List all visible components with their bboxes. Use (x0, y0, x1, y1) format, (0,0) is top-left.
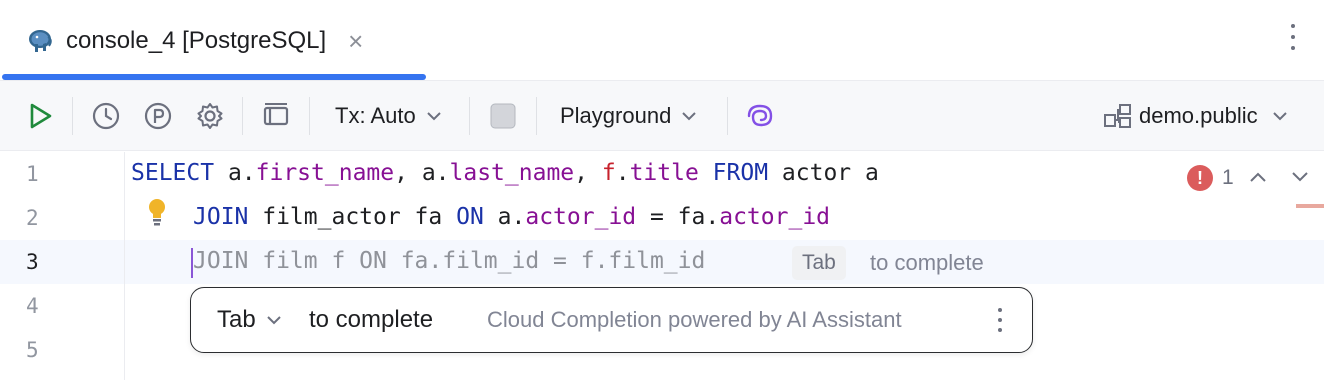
parameters-button[interactable] (143, 81, 173, 151)
panel-layout-icon (263, 103, 289, 126)
chevron-up-icon[interactable] (1248, 170, 1268, 184)
chevron-down-icon[interactable] (1290, 170, 1310, 184)
stop-icon (490, 103, 516, 129)
error-stripe-marker[interactable] (1296, 204, 1324, 208)
accept-action-label: to complete (309, 306, 434, 333)
tab-console-4[interactable]: console_4 [PostgreSQL] × (0, 0, 426, 81)
completion-popup: Tab to complete Cloud Completion powered… (190, 287, 1033, 353)
console-toolbar: Tx: Auto Playground demo.public (0, 81, 1324, 151)
close-icon[interactable]: × (348, 28, 363, 54)
inline-completion-hint: to complete (870, 250, 984, 275)
gear-icon (197, 103, 223, 129)
code-token: a. (214, 160, 256, 186)
playground-label: Playground (560, 103, 672, 128)
toolbar-divider (72, 97, 73, 135)
code-line: SELECT a.first_name, a.last_name, f.titl… (131, 160, 879, 186)
column-token: actor_id (719, 204, 831, 230)
keyword: SELECT (131, 160, 215, 186)
editor-tab-bar: console_4 [PostgreSQL] × (0, 0, 1324, 81)
chevron-down-icon (682, 112, 697, 121)
chevron-down-icon (427, 112, 441, 121)
accept-key-label: Tab (217, 306, 256, 333)
parameter-p-icon (144, 102, 172, 130)
chevron-down-icon (266, 316, 281, 325)
code-line: JOIN film_actor fa ON a.actor_id = fa.ac… (193, 204, 830, 230)
accept-key-dropdown[interactable]: Tab (217, 306, 282, 334)
schema-icon (1104, 104, 1131, 128)
toolbar-divider (727, 97, 728, 135)
code-token: = fa. (636, 204, 720, 230)
toolbar-divider (536, 97, 537, 135)
line-number: 3 (26, 250, 39, 274)
code-token: a. (483, 204, 526, 230)
settings-button[interactable] (195, 81, 225, 151)
active-tab-indicator (2, 74, 426, 80)
transaction-mode-label: Tx: Auto (335, 103, 416, 128)
layout-button[interactable] (262, 81, 290, 151)
keyword: ON (456, 204, 484, 230)
code-token: . (615, 160, 630, 186)
play-icon (30, 103, 52, 129)
line-number: 4 (26, 294, 39, 318)
completion-source-info: Cloud Completion powered by AI Assistant (487, 307, 902, 332)
line-number: 2 (26, 206, 39, 230)
keyword: JOIN (193, 204, 249, 230)
more-vertical-icon[interactable] (1288, 24, 1298, 54)
inline-completion-suggestion: JOIN film f ON fa.film_id = f.film_id (193, 248, 706, 274)
playground-dropdown[interactable]: Playground (560, 81, 697, 151)
toolbar-divider (469, 97, 470, 135)
line-number: 5 (26, 338, 39, 362)
code-token: , a. (394, 160, 450, 186)
keyword: FROM (698, 160, 769, 186)
lightbulb-icon[interactable] (146, 197, 168, 227)
column-token: title (629, 160, 699, 186)
ai-assistant-button[interactable] (745, 81, 775, 151)
tab-title: console_4 [PostgreSQL] (66, 26, 327, 54)
line-number-gutter (0, 152, 125, 380)
column-token: actor_id (525, 204, 637, 230)
more-vertical-icon[interactable] (997, 308, 1003, 334)
unresolved-alias-token: f (601, 160, 616, 186)
history-button[interactable] (91, 81, 121, 151)
column-token: last_name (449, 160, 575, 186)
column-token: first_name (255, 160, 395, 186)
chevron-down-icon (1272, 112, 1287, 121)
ai-assistant-spiral-icon (747, 104, 773, 127)
execute-button[interactable] (26, 81, 54, 151)
error-icon: ! (1187, 165, 1213, 191)
schema-label: demo.public (1139, 103, 1258, 128)
stop-button[interactable] (490, 81, 516, 151)
postgresql-elephant-icon (29, 29, 52, 52)
inline-key-hint: Tab (792, 246, 846, 280)
problems-count: 1 (1222, 166, 1234, 189)
clock-icon (92, 102, 120, 130)
code-token: actor a (768, 160, 879, 186)
code-token: film_actor fa (248, 204, 457, 230)
code-token: , (574, 160, 602, 186)
toolbar-divider (309, 97, 310, 135)
schema-selector[interactable]: demo.public (1103, 81, 1288, 151)
line-number: 1 (26, 162, 39, 186)
transaction-mode-dropdown[interactable]: Tx: Auto (335, 81, 442, 151)
problems-indicator[interactable]: ! 1 (1187, 164, 1234, 192)
toolbar-divider (242, 97, 243, 135)
